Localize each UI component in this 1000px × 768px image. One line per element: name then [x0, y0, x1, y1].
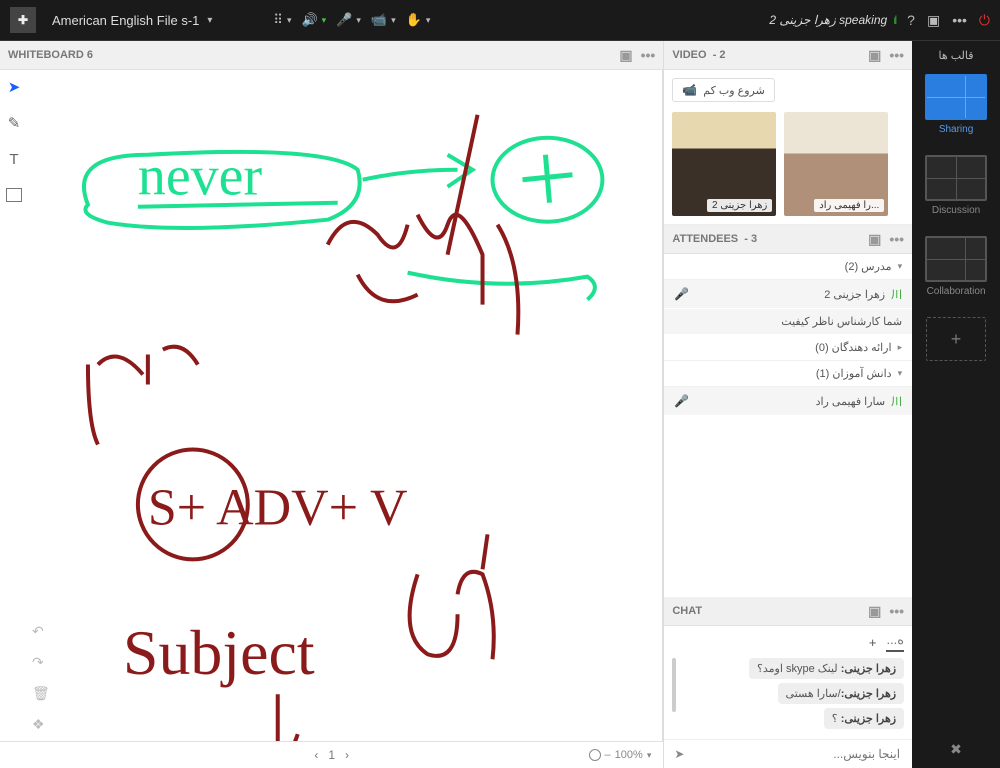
chat-add-tab[interactable]: + [869, 635, 877, 650]
pointer-tool[interactable]: ➤ [5, 78, 23, 96]
speaker-button[interactable]: 🔊▾ [301, 12, 326, 28]
zoom-color-icon[interactable] [589, 749, 601, 761]
camera-icon: 📹 [682, 83, 697, 97]
start-webcam-button[interactable]: شروع وب کم 📹 [672, 78, 774, 102]
text-tool[interactable]: T [5, 150, 23, 168]
video-max-icon[interactable]: ▣ [868, 47, 881, 64]
chat-more-icon[interactable]: ••• [889, 603, 904, 619]
tools-icon[interactable]: ✖ [950, 741, 962, 758]
chat-input[interactable] [694, 746, 902, 762]
layout-discussion[interactable] [925, 155, 987, 201]
chevron-down-icon[interactable]: ▾ [207, 15, 212, 26]
video-label-2: ...را فهیمی راد [814, 199, 884, 212]
more-icon[interactable]: ••• [952, 12, 967, 28]
layout-sharing[interactable] [925, 74, 987, 120]
video-tile-2[interactable]: ...را فهیمی راد [784, 112, 888, 216]
room-title[interactable]: American English File s-1 [52, 13, 199, 28]
top-bar: ✚ American English File s-1 ▾ ⠿▾ 🔊▾ 🎤▾ 📹… [0, 0, 1000, 40]
shape-tool[interactable] [5, 186, 23, 204]
whiteboard-toolbar: ➤ ✎ T [0, 70, 28, 741]
chat-title: CHAT [672, 605, 702, 617]
attendee-item[interactable]: 川سارا فهیمی راد🎤 [664, 387, 912, 416]
grid-menu-button[interactable]: ⠿▾ [273, 12, 291, 28]
video-title: VIDEO [672, 49, 706, 61]
layout-label: Collaboration [927, 286, 986, 297]
pod-more-icon[interactable]: ••• [641, 47, 656, 63]
hosts-group[interactable]: ▾مدرس (2) [664, 254, 912, 280]
chat-scrollbar[interactable] [672, 658, 676, 712]
add-layout-button[interactable]: + [926, 317, 986, 361]
attendee-item[interactable]: 川زهرا جزینی 2🎤 [664, 280, 912, 309]
raise-hand-button[interactable]: ✋▾ [406, 12, 431, 28]
video-header: VIDEO - 2 ▣ ••• [664, 41, 912, 70]
chat-header: CHAT ▣ ••• [664, 597, 912, 626]
presenters-group[interactable]: ▸ارائه دهندگان (0) [664, 335, 912, 361]
layouts-sidebar: قالب ها Sharing Discussion Collaboration… [912, 41, 1000, 768]
page-number: 1 [328, 748, 335, 762]
app-logo[interactable]: ✚ [10, 7, 36, 33]
layers-icon[interactable]: ❖ [32, 716, 50, 733]
chat-message: زهرا جزینی:/سارا هستی [778, 683, 905, 704]
attendee-item[interactable]: شما کارشناس ناظر کیفیت [664, 309, 912, 335]
attendees-max-icon[interactable]: ▣ [868, 231, 881, 248]
signal-icon: ıl [893, 13, 895, 27]
attendees-list: ▾مدرس (2) 川زهرا جزینی 2🎤 شما کارشناس ناظ… [664, 254, 912, 416]
pen-tool[interactable]: ✎ [5, 114, 23, 132]
participants-group[interactable]: ▾دانش آموزان (1) [664, 361, 912, 387]
mic-icon: 🎤 [674, 394, 689, 408]
chat-message: زهرا جزینی: ؟ [824, 708, 904, 729]
svg-text:never: never [138, 146, 263, 208]
video-count: - 2 [713, 49, 726, 61]
layout-collaboration[interactable] [925, 236, 987, 282]
mic-icon: 🎤 [674, 287, 689, 301]
attendees-title: ATTENDEES [672, 233, 738, 245]
svg-text:Subject: Subject [123, 617, 315, 688]
whiteboard-header: WHITEBOARD 6 ▣ ••• [0, 41, 663, 70]
layout-label: Discussion [932, 205, 980, 216]
chat-message: زهرا جزینی: لینک skype اومد؟ [749, 658, 904, 679]
redo-icon[interactable]: ↷ [32, 654, 50, 671]
camera-button[interactable]: 📹▾ [371, 12, 396, 28]
attendees-count: - 3 [744, 233, 757, 245]
chat-max-icon[interactable]: ▣ [868, 603, 881, 620]
video-label-1: زهرا جزینی 2 [707, 199, 772, 212]
trash-icon[interactable]: 🗑 [32, 685, 50, 702]
svg-text:S+ ADV+ V: S+ ADV+ V [148, 479, 408, 536]
send-icon[interactable]: ➤ [674, 747, 684, 761]
layouts-title: قالب ها [939, 49, 974, 62]
video-tile-1[interactable]: زهرا جزینی 2 [672, 112, 776, 216]
zoom-level: 100% [615, 749, 643, 761]
next-page-icon[interactable]: › [345, 748, 349, 762]
whiteboard-title: WHITEBOARD 6 [8, 49, 93, 61]
whiteboard-pod: WHITEBOARD 6 ▣ ••• ➤ ✎ T never [0, 41, 663, 768]
whiteboard-canvas[interactable]: never [28, 70, 663, 741]
maximize-icon[interactable]: ▣ [619, 47, 632, 64]
mic-button[interactable]: 🎤▾ [336, 12, 361, 28]
speaking-status: زهرا جزینی 2 speaking [769, 13, 887, 27]
end-meeting-icon[interactable]: ⏻ [979, 12, 990, 29]
help-icon[interactable]: ? [907, 12, 915, 28]
layout-label: Sharing [939, 124, 973, 135]
undo-icon[interactable]: ↶ [32, 623, 50, 640]
chat-tab-everyone[interactable]: ه... [886, 632, 904, 652]
whiteboard-footer: ‹ 1 › – 100% ▾ [0, 741, 663, 768]
attendees-more-icon[interactable]: ••• [889, 231, 904, 247]
attendees-header: ATTENDEES - 3 ▣ ••• [664, 225, 912, 254]
video-more-icon[interactable]: ••• [889, 47, 904, 63]
prev-page-icon[interactable]: ‹ [314, 748, 318, 762]
fullscreen-icon[interactable]: ▣ [927, 12, 940, 29]
